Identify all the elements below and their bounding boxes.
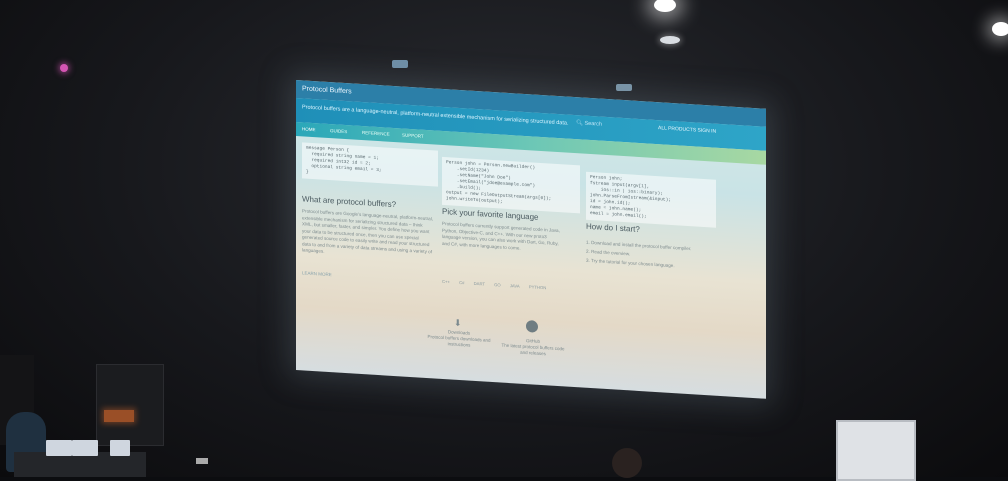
section-text-language: Protocol buffers currently support gener… [442,220,560,251]
language-link[interactable]: C# [459,280,464,285]
downloads-block[interactable]: Downloads Protocol buffers downloads and… [424,328,494,350]
ceiling-light [616,84,632,91]
search-label: Search [584,120,602,128]
speaker-cabinet [96,364,164,446]
code-sample-cpp: Person john; fstream input(argv[1], ios:… [586,171,716,228]
section-title-start: How do I start? [586,221,640,235]
laptop [72,440,98,456]
window-title: Protocol Buffers [302,85,352,96]
audience-head [612,448,642,478]
tab-reference[interactable]: REFERENCE [362,130,390,137]
code-sample-proto: message Person { required string name = … [302,142,438,187]
ceiling-light [992,22,1008,36]
language-link[interactable]: PYTHON [529,284,546,290]
learn-more-link[interactable]: LEARN MORE [302,270,332,277]
top-nav-links[interactable]: ALL PRODUCTS SIGN IN [658,125,716,135]
ceiling-light [660,36,680,44]
ceiling-light [392,60,408,68]
section-text-what: Protocol buffers are Google's language-n… [302,208,434,254]
tab-home[interactable]: HOME [302,126,316,132]
pink-indicator-light [60,64,68,72]
amp-display [104,410,134,422]
laptop [46,440,72,456]
power-strip [196,458,208,464]
github-block[interactable]: GitHub The latest protocol buffers code … [498,336,568,358]
language-link[interactable]: GO [494,282,501,287]
section-title-what: What are protocol buffers? [302,194,397,210]
tab-support[interactable]: SUPPORT [402,132,424,138]
language-link[interactable]: C++ [442,279,450,284]
language-list: C++ C# DART GO JAVA PYTHON [442,279,554,291]
download-icon[interactable]: ⬇ [454,318,464,329]
github-icon[interactable] [526,320,538,333]
code-sample-java: Person john = Person.newBuilder() .setId… [442,156,580,214]
projected-screen: Protocol Buffers Protocol buffers are a … [296,80,766,399]
search-box[interactable]: 🔍︎ Search [576,120,602,128]
tab-guides[interactable]: GUIDES [330,128,347,134]
laptop [110,440,130,456]
language-link[interactable]: DART [474,281,485,287]
whiteboard [836,420,916,481]
language-link[interactable]: JAVA [510,283,520,289]
